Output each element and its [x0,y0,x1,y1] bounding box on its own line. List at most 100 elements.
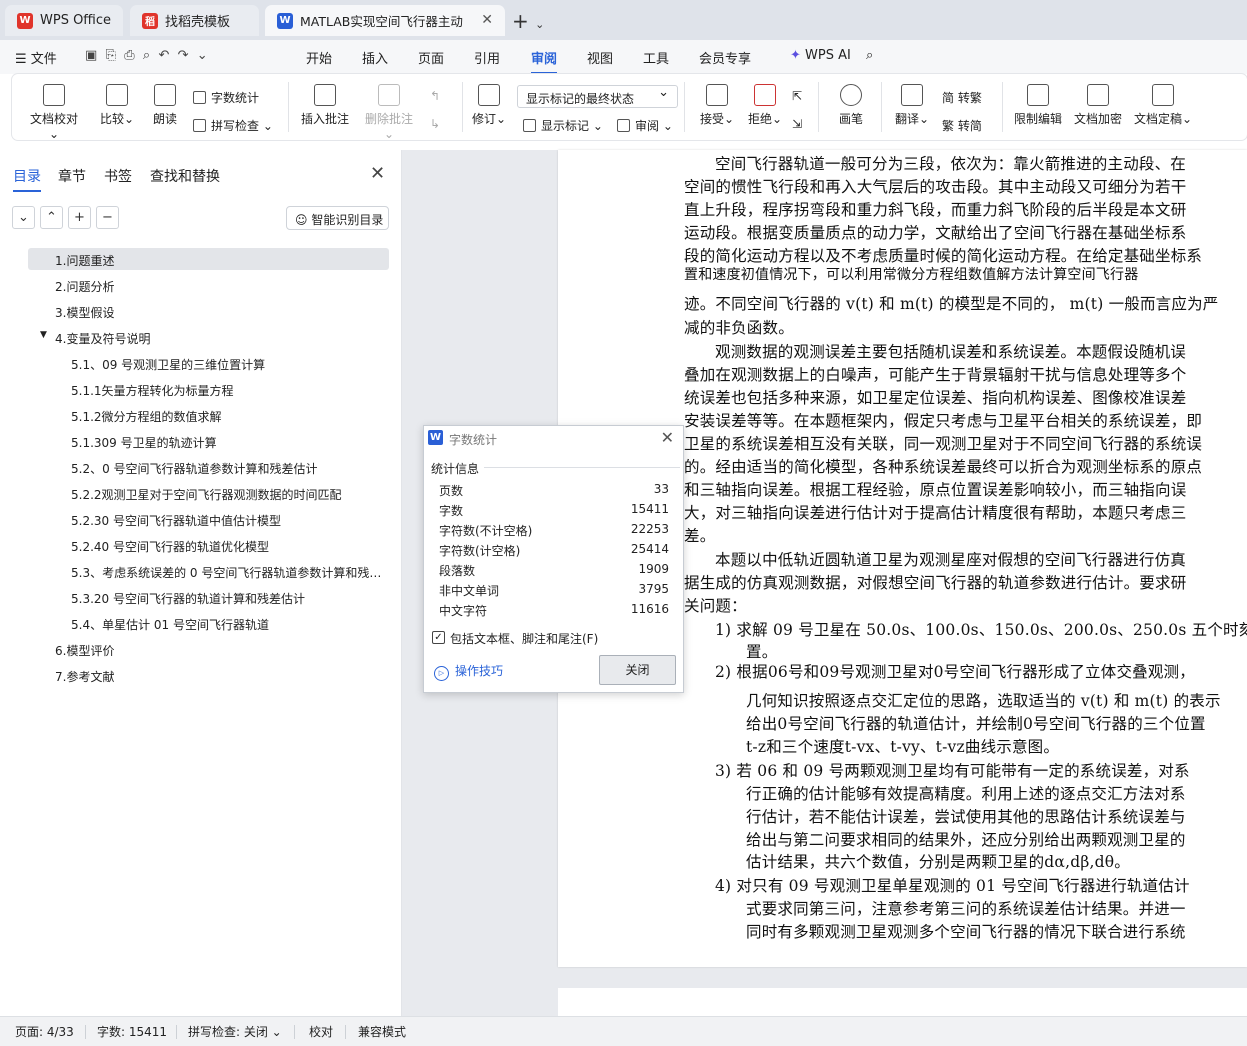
menu-member[interactable]: 会员专享 [699,48,751,67]
export-icon[interactable]: ⎘ [106,48,116,63]
ribbon-divider [288,82,289,132]
toc-item[interactable]: 5.1.309 号卫星的轨迹计算 [71,434,217,451]
more-chevron-icon[interactable]: ⌄ [197,48,208,63]
pen-button[interactable]: 画笔 [836,84,866,127]
toc-item[interactable]: 3.模型假设 [55,304,114,321]
doc-line: 给出与第二问要求相同的结果外，还应分别给出两颗观测卫星的 [746,831,1186,849]
next-comment-icon[interactable]: ↳ [430,117,440,131]
doc-line: 置和速度初值情况下，可以利用常微分方程组数值解方法计算空间飞行器 [684,267,1139,283]
nav-tab-chapters[interactable]: 章节 [58,166,86,186]
collapse-icon[interactable]: ⌄ [12,206,35,229]
toc-item[interactable]: 5.3.20 号空间飞行器的轨道计算和残差估计 [71,590,305,607]
accept-button[interactable]: 接受⌄ [698,84,736,127]
prev-revision-icon[interactable]: ⇱ [792,89,802,103]
doc-line: 段的简化运动方程以及不考虑质量时候的简化运动方程。在给定基础坐标系 [684,247,1203,265]
to-simplified-button[interactable]: 繁 转简 [942,117,982,134]
show-markup-button[interactable]: 显示标记 ⌄ [523,117,603,134]
toc-item[interactable]: 5.1.1矢量方程转化为标量方程 [71,382,234,399]
toc-item[interactable]: 2.问题分析 [55,278,114,295]
delete-comment-icon [378,84,400,106]
tips-link[interactable]: 操作技巧 [434,662,503,681]
markup-state-select[interactable]: 显示标记的最终状态 [517,85,678,108]
doc-check-button[interactable]: 文档校对⌄ [29,84,79,141]
wps-ai-button[interactable]: ✦ WPS AI [790,48,851,63]
menu-review[interactable]: 审阅 [531,48,558,74]
accept-icon [706,84,728,106]
toc-item[interactable]: 5.1.2微分方程组的数值求解 [71,408,222,425]
toc-item[interactable]: 5.2.2观测卫星对于空间飞行器观测数据的时间匹配 [71,486,342,503]
insert-comment-button[interactable]: 插入批注 [300,84,350,127]
smart-toc-button[interactable]: ☺ 智能识别目录 [286,206,389,230]
word-count-button[interactable]: 字数统计 [193,89,259,106]
reject-button[interactable]: 拒绝⌄ [746,84,784,127]
tab-bar: W WPS Office 稻 找稻壳模板 W MATLAB实现空间飞行器主动 ✕… [0,0,1247,40]
page-indicator[interactable]: 页面: 4/33 [15,1023,74,1040]
save-icon[interactable]: ▣ [85,48,97,63]
add-heading-icon[interactable]: + [68,206,91,229]
encrypt-button[interactable]: 文档加密 [1072,84,1124,127]
menu-view[interactable]: 视图 [587,48,613,67]
delete-comment-button[interactable]: 删除批注⌄ [360,84,418,141]
toc-item[interactable]: 5.3、考虑系统误差的 0 号空间飞行器轨道参数计算和残差估计 [71,564,383,581]
include-textbox-checkbox[interactable]: ✓ [432,631,445,644]
toc-item[interactable]: 4.变量及符号说明 [55,330,150,347]
toc-item[interactable]: 5.4、单星估计 01 号空间飞行器轨道 [71,616,269,633]
toc-item[interactable]: 6.模型评价 [55,642,114,659]
preview-icon[interactable]: ⌕ [143,48,150,63]
tab-wps-office[interactable]: W WPS Office [5,5,123,36]
redo-icon[interactable]: ↷ [178,48,189,63]
prev-comment-icon[interactable]: ↰ [430,89,440,103]
doc-line: 本题以中低轨近圆轨道卫星为观测星座对假想的空间飞行器进行仿真 [715,551,1187,569]
toc-expand-arrow-icon[interactable]: ▼ [40,330,47,340]
file-menu[interactable]: ☰ 文件 [15,48,57,67]
search-icon[interactable]: ⌕ [866,48,873,63]
toc-item[interactable]: 5.1、09 号观测卫星的三维位置计算 [71,356,265,373]
ribbon-divider [684,82,685,132]
tab-document[interactable]: W MATLAB实现空间飞行器主动 ✕ [265,5,505,36]
review-pane-button[interactable]: 审阅 ⌄ [617,117,673,134]
nav-tab-bookmarks[interactable]: 书签 [104,166,132,186]
close-icon[interactable]: ✕ [661,428,674,447]
close-nav-icon[interactable]: ✕ [370,163,385,184]
word-count-icon [193,91,206,104]
close-button[interactable]: 关闭 [599,655,676,685]
finalize-button[interactable]: 文档定稿⌄ [1132,84,1194,127]
read-aloud-button[interactable]: 朗读 [150,84,180,127]
nav-tab-toc[interactable]: 目录 [13,166,41,192]
menu-references[interactable]: 引用 [474,48,500,67]
translate-button[interactable]: 翻译⌄ [892,84,932,127]
document-next-page[interactable] [558,988,1247,1016]
doc-line: 和三轴指向误差。根据工程经验，原点位置误差影响较小，而三轴指向误 [684,481,1187,499]
menu-page[interactable]: 页面 [418,48,444,67]
stat-row: 段落数 1909 [439,562,669,578]
remove-heading-icon[interactable]: − [96,206,119,229]
spell-check-icon [193,119,206,132]
menu-insert[interactable]: 插入 [362,48,388,67]
menu-home[interactable]: 开始 [306,48,332,67]
quick-access-toolbar: ▣ ⎘ ⎙ ⌕ ↶ ↷ ⌄ [85,48,208,63]
nav-tab-find-replace[interactable]: 查找和替换 [150,166,220,186]
stat-row: 非中文单词 3795 [439,582,669,598]
tab-templates[interactable]: 稻 找稻壳模板 [130,5,259,36]
toc-item[interactable]: 5.2.40 号空间飞行器的轨道优化模型 [71,538,269,555]
new-tab-button[interactable]: + ⌄ [512,9,544,33]
expand-icon[interactable]: ⌃ [40,206,63,229]
close-tab-icon[interactable]: ✕ [481,12,493,28]
undo-icon[interactable]: ↶ [158,48,169,63]
toc-item[interactable]: 7.参考文献 [55,668,114,685]
toc-item[interactable]: 5.2.30 号空间飞行器轨道中值估计模型 [71,512,281,529]
menu-tools[interactable]: 工具 [643,48,669,67]
toc-item[interactable]: 5.2、0 号空间飞行器轨道参数计算和残差估计 [71,460,318,477]
spell-check-button[interactable]: 拼写检查 ⌄ [193,117,273,134]
toc-item[interactable]: 1.问题重述 [28,248,389,270]
print-icon[interactable]: ⎙ [124,48,134,63]
compare-button[interactable]: 比较⌄ [97,84,137,127]
to-traditional-button[interactable]: 简 转繁 [942,89,982,106]
proofread-indicator[interactable]: 校对 [309,1023,333,1040]
revise-button[interactable]: 修订⌄ [470,84,508,127]
word-count-indicator[interactable]: 字数: 15411 [97,1023,167,1040]
next-revision-icon[interactable]: ⇲ [792,117,802,131]
restrict-edit-button[interactable]: 限制编辑 [1012,84,1064,127]
spell-check-indicator[interactable]: 拼写检查: 关闭 ⌄ [188,1023,282,1040]
chevron-down-icon[interactable]: ⌄ [535,18,544,31]
